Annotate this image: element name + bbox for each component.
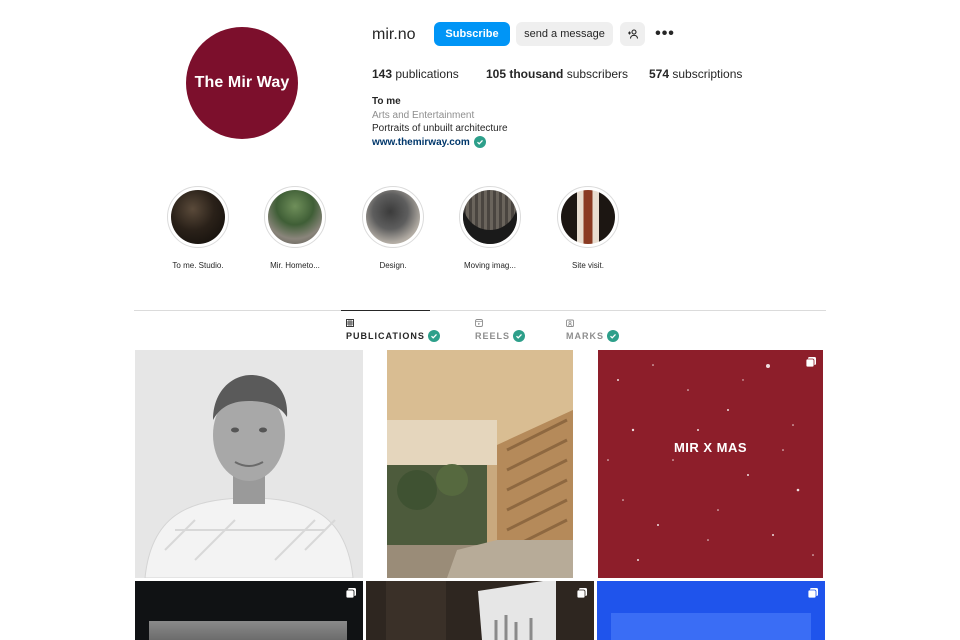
post-dark-landscape[interactable] [135,581,363,640]
portrait-image [135,350,363,578]
grid-icon [346,319,354,327]
tab-label: PUBLICATIONS [346,331,425,341]
highlight-hometown[interactable]: Mir. Hometo... [263,186,327,270]
highlight-label: Design. [379,261,407,270]
post-caption: MIR X MAS [673,440,748,455]
highlight-design[interactable]: Design. [361,186,425,270]
stat-subscribers[interactable]: 105 thousand subscribers [486,67,628,81]
post-architecture[interactable] [387,350,573,578]
tab-label: MARKS [566,331,604,341]
bio-category: Arts and Entertainment [372,109,475,121]
multi-post-icon [576,588,587,599]
tab-label: REELS [475,331,511,341]
bio-description: Portraits of unbuilt architecture [372,123,508,134]
post-portrait[interactable] [135,350,363,578]
verified-icon [427,330,440,342]
highlight-ring [459,186,521,248]
highlight-thumbnail [268,190,322,244]
tag-icon [566,319,574,327]
tab-reels[interactable]: REELS [475,319,526,342]
stat-label: subscriptions [672,67,743,81]
post-thumbnail [611,613,811,640]
multi-post-icon [805,357,816,368]
profile-bio: To me Arts and Entertainment Portraits o… [372,95,508,149]
tab-label-row: PUBLICATIONS [346,330,440,342]
snow-pattern [607,364,814,561]
multi-post-icon [807,588,818,599]
bio-name: To me [372,96,401,107]
multi-post-icon [345,588,356,599]
highlight-moving-image[interactable]: Moving imag... [458,186,522,270]
tab-label-row: MARKS [566,330,619,342]
profile-username: mir.no [372,26,416,43]
stat-label: subscribers [566,67,629,81]
tab-publications[interactable]: PUBLICATIONS [346,319,440,342]
highlight-site-visit[interactable]: Site visit. [556,186,620,270]
highlight-thumbnail [463,190,517,244]
stat-label: publications [395,67,459,81]
bio-link-row: www.themirway.com [372,136,508,150]
stat-value: 574 [649,67,670,81]
avatar-text: The Mir Way [194,74,290,91]
verified-icon [473,136,486,149]
post-blue[interactable] [597,581,825,640]
highlight-label: Moving imag... [463,261,517,270]
post-mir-x-mas[interactable]: MIR X MAS [598,350,823,578]
highlight-ring [264,186,326,248]
more-icon: ••• [655,25,675,42]
tabs-divider [134,310,826,311]
highlight-label: Mir. Hometo... [270,261,320,270]
add-user-button[interactable] [620,22,645,46]
highlight-label: Site visit. [571,261,604,270]
stat-value: 143 [372,67,393,81]
reels-icon [475,319,483,327]
stat-subscriptions[interactable]: 574 subscriptions [649,67,742,81]
post-hands-screen[interactable] [366,581,594,640]
send-message-button[interactable]: send a message [516,22,613,46]
verified-icon [607,330,619,342]
tab-marks[interactable]: MARKS [566,319,619,342]
user-plus-icon [627,29,638,39]
highlight-ring [362,186,424,248]
highlight-label: To me. Studio. [172,261,224,270]
more-options-button[interactable]: ••• [652,22,678,46]
bio-link[interactable]: www.themirway.com [372,136,470,150]
active-tab-indicator [341,310,430,311]
verified-icon [513,330,526,342]
highlight-ring [167,186,229,248]
highlight-thumbnail [171,190,225,244]
stat-value: 105 thousand [486,67,564,81]
post-thumbnail [366,581,594,640]
profile-avatar[interactable]: The Mir Way [186,27,298,139]
architecture-image [387,350,573,578]
highlight-studio[interactable]: To me. Studio. [166,186,230,270]
highlight-thumbnail [366,190,420,244]
tab-label-row: REELS [475,330,526,342]
stat-publications: 143 publications [372,67,459,81]
post-thumbnail [149,621,347,640]
subscribe-button[interactable]: Subscribe [434,22,510,46]
highlight-thumbnail [561,190,615,244]
highlight-ring [557,186,619,248]
